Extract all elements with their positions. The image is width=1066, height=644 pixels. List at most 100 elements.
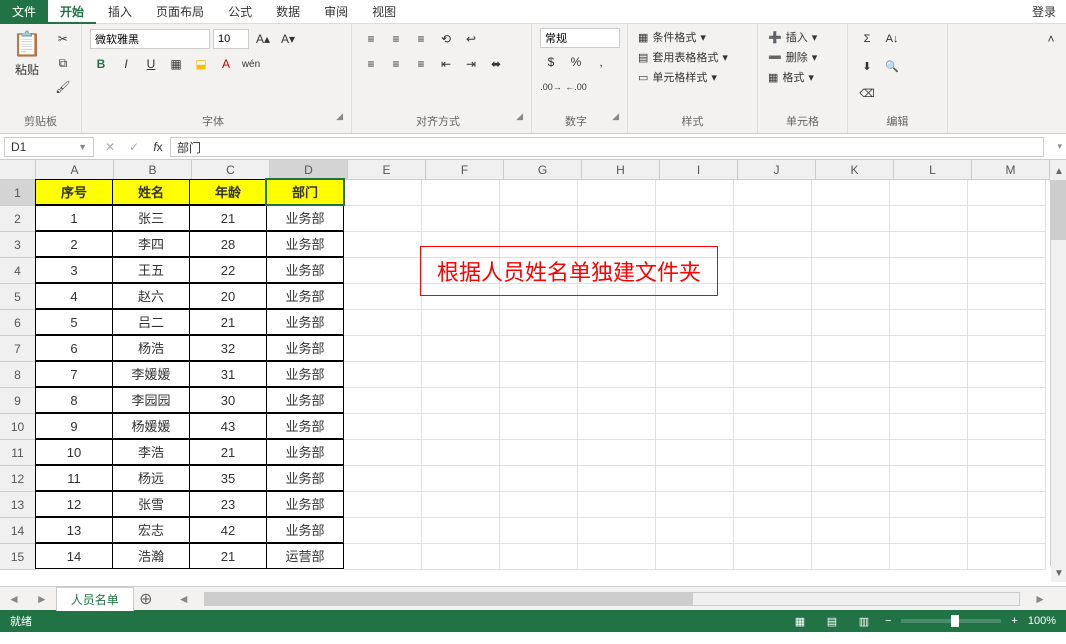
horizontal-scroll-thumb[interactable]: [205, 593, 694, 605]
align-right-button[interactable]: ≡: [410, 53, 432, 75]
cell[interactable]: [968, 440, 1046, 466]
cell[interactable]: 运营部: [266, 543, 344, 569]
cell[interactable]: [344, 414, 422, 440]
cell[interactable]: [890, 440, 968, 466]
cell[interactable]: [968, 544, 1046, 570]
cell[interactable]: 业务部: [266, 387, 344, 413]
select-all-corner[interactable]: [0, 160, 36, 180]
cell[interactable]: 9: [35, 413, 113, 439]
cell[interactable]: [344, 544, 422, 570]
cell[interactable]: 宏志: [112, 517, 190, 543]
wrap-text-button[interactable]: ↩: [460, 28, 482, 50]
cell[interactable]: [656, 336, 734, 362]
cell[interactable]: [344, 284, 422, 310]
cell[interactable]: 14: [35, 543, 113, 569]
cell[interactable]: [734, 544, 812, 570]
cell[interactable]: [344, 310, 422, 336]
cell[interactable]: [812, 180, 890, 206]
cells-area[interactable]: 序号姓名年龄部门1张三21业务部2李四28业务部3王五22业务部4赵六20业务部…: [36, 180, 1066, 586]
cell[interactable]: 35: [189, 465, 267, 491]
align-bottom-button[interactable]: ≡: [410, 28, 432, 50]
cell[interactable]: 业务部: [266, 257, 344, 283]
cell[interactable]: 11: [35, 465, 113, 491]
align-middle-button[interactable]: ≡: [385, 28, 407, 50]
cell[interactable]: 年龄: [189, 179, 267, 205]
view-page-break-button[interactable]: ▥: [853, 610, 875, 632]
conditional-format-button[interactable]: ▦条件格式 ▾: [636, 28, 749, 46]
cell[interactable]: 3: [35, 257, 113, 283]
cell[interactable]: 28: [189, 231, 267, 257]
menu-page-layout[interactable]: 页面布局: [144, 0, 216, 24]
cell[interactable]: [500, 388, 578, 414]
cell[interactable]: [734, 362, 812, 388]
cell[interactable]: 杨浩: [112, 335, 190, 361]
align-center-button[interactable]: ≡: [385, 53, 407, 75]
cell[interactable]: 王五: [112, 257, 190, 283]
cell[interactable]: 杨媛媛: [112, 413, 190, 439]
cell[interactable]: [812, 310, 890, 336]
col-header-A[interactable]: A: [36, 160, 114, 180]
view-normal-button[interactable]: ▦: [789, 610, 811, 632]
cell[interactable]: [344, 258, 422, 284]
cell[interactable]: [968, 180, 1046, 206]
cell[interactable]: 31: [189, 361, 267, 387]
cell[interactable]: [734, 414, 812, 440]
collapse-ribbon-button[interactable]: ˄: [1040, 28, 1062, 50]
cell[interactable]: [344, 466, 422, 492]
cell[interactable]: 赵六: [112, 283, 190, 309]
cell[interactable]: [500, 206, 578, 232]
menu-data[interactable]: 数据: [264, 0, 312, 24]
cell[interactable]: [968, 388, 1046, 414]
cell[interactable]: [734, 518, 812, 544]
cell[interactable]: 4: [35, 283, 113, 309]
delete-cells-button[interactable]: ➖删除 ▾: [766, 48, 839, 66]
cell[interactable]: 业务部: [266, 361, 344, 387]
cell[interactable]: 序号: [35, 179, 113, 205]
menu-view[interactable]: 视图: [360, 0, 408, 24]
cell[interactable]: [578, 336, 656, 362]
cell[interactable]: [578, 180, 656, 206]
format-painter-button[interactable]: 🖌: [52, 76, 74, 98]
cell[interactable]: 业务部: [266, 439, 344, 465]
cell[interactable]: [578, 440, 656, 466]
font-size-select[interactable]: [213, 29, 249, 49]
col-header-B[interactable]: B: [114, 160, 192, 180]
copy-button[interactable]: ⧉: [52, 52, 74, 74]
cell[interactable]: [734, 388, 812, 414]
border-button[interactable]: ▦: [165, 53, 187, 75]
bold-button[interactable]: B: [90, 53, 112, 75]
cell[interactable]: 13: [35, 517, 113, 543]
italic-button[interactable]: I: [115, 53, 137, 75]
cell[interactable]: 业务部: [266, 413, 344, 439]
cell[interactable]: [968, 206, 1046, 232]
increase-font-button[interactable]: A▴: [252, 28, 274, 50]
accept-formula-button[interactable]: ✓: [122, 140, 146, 154]
format-cells-button[interactable]: ▦格式 ▾: [766, 68, 839, 86]
decrease-decimal-button[interactable]: ←.00: [565, 76, 587, 98]
align-left-button[interactable]: ≡: [360, 53, 382, 75]
cell[interactable]: [890, 284, 968, 310]
cell[interactable]: 浩瀚: [112, 543, 190, 569]
sheet-nav-prev[interactable]: ◄: [0, 592, 28, 606]
cell[interactable]: [578, 466, 656, 492]
col-header-K[interactable]: K: [816, 160, 894, 180]
cell[interactable]: [968, 362, 1046, 388]
cell[interactable]: [734, 440, 812, 466]
cell[interactable]: 8: [35, 387, 113, 413]
cell[interactable]: [890, 206, 968, 232]
cell[interactable]: [890, 544, 968, 570]
sort-filter-button[interactable]: A↓: [881, 28, 903, 50]
cell[interactable]: 李媛媛: [112, 361, 190, 387]
cell[interactable]: 业务部: [266, 309, 344, 335]
row-header-14[interactable]: 14: [0, 518, 36, 544]
cell[interactable]: 6: [35, 335, 113, 361]
scroll-up-arrow[interactable]: ▲: [1051, 164, 1066, 180]
cell[interactable]: [500, 362, 578, 388]
add-sheet-button[interactable]: ⊕: [134, 589, 158, 609]
fx-button[interactable]: fx: [146, 140, 170, 154]
cell[interactable]: [812, 362, 890, 388]
cell[interactable]: [656, 544, 734, 570]
cell[interactable]: [500, 310, 578, 336]
format-as-table-button[interactable]: ▤套用表格格式 ▾: [636, 48, 749, 66]
cell[interactable]: [422, 466, 500, 492]
